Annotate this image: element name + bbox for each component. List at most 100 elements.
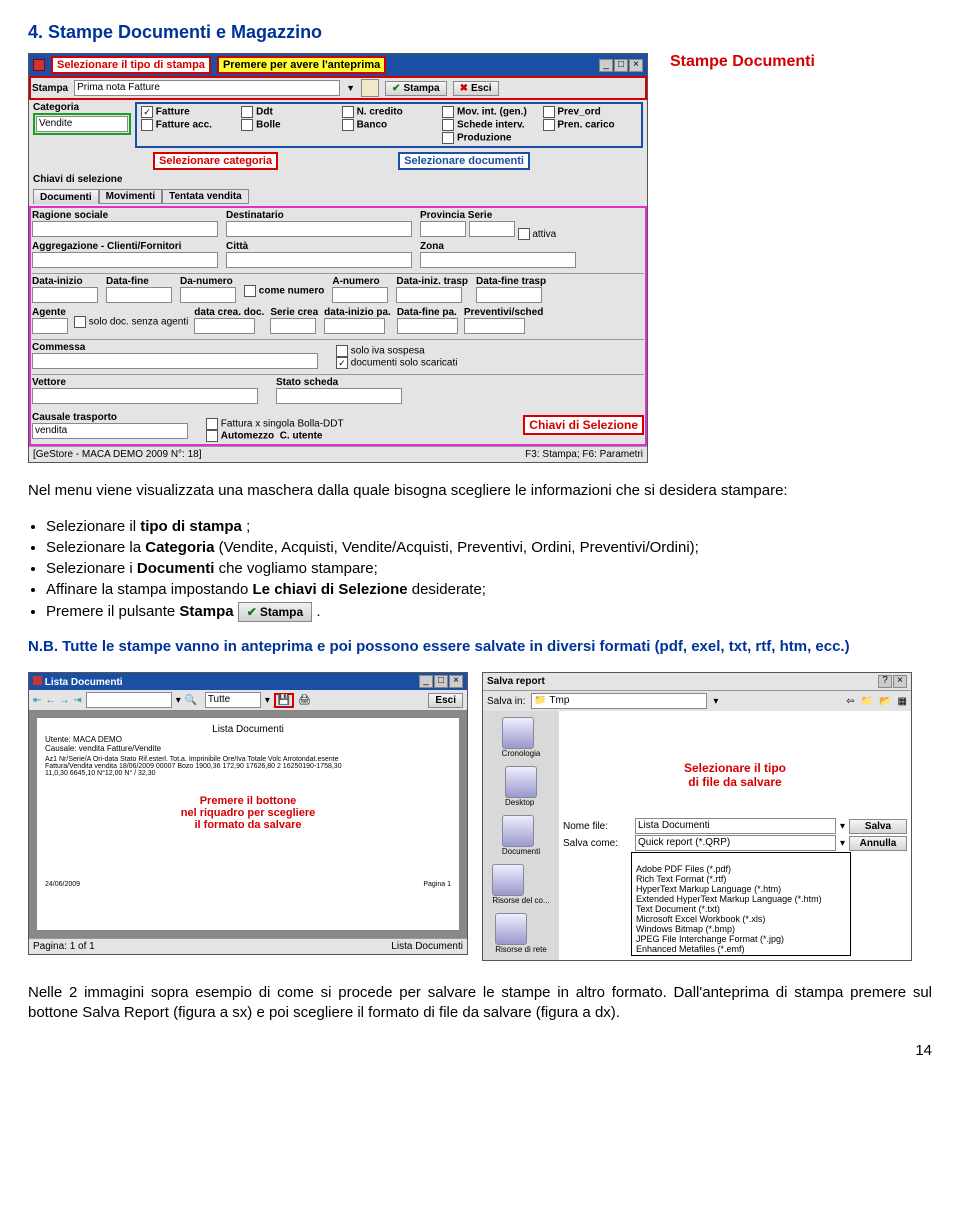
side-documenti[interactable]: Documenti bbox=[502, 815, 540, 856]
cb-docscar[interactable]: documenti solo scaricati bbox=[351, 358, 458, 369]
salvain-label: Salva in: bbox=[487, 696, 525, 707]
lbl-dest: Destinatario bbox=[226, 210, 416, 221]
cb-bolle[interactable]: Bolle bbox=[256, 120, 280, 131]
preview-esci-button[interactable]: Esci bbox=[428, 693, 463, 708]
cb-produzione[interactable]: Produzione bbox=[457, 133, 511, 144]
side-cronologia[interactable]: Cronologia bbox=[502, 717, 541, 758]
input-zona[interactable] bbox=[420, 252, 576, 268]
input-anum[interactable] bbox=[332, 287, 388, 303]
input-datacrea[interactable] bbox=[194, 318, 255, 334]
status-left: [GeStore - MACA DEMO 2009 N°: 18] bbox=[33, 449, 202, 460]
lbl-danum: Da-numero bbox=[180, 276, 236, 287]
salva-button[interactable]: Salva bbox=[849, 819, 907, 834]
screenshot-stampe-documenti: Selezionare il tipo di stampa Premere pe… bbox=[28, 53, 648, 463]
tab-tentata[interactable]: Tentata vendita bbox=[162, 189, 249, 204]
input-prevsched[interactable] bbox=[464, 318, 525, 334]
cb-prevord[interactable]: Prev_ord bbox=[557, 107, 600, 118]
side-risorse-rete[interactable]: Risorse di rete bbox=[495, 913, 547, 954]
input-seriecrea[interactable] bbox=[270, 318, 316, 334]
esci-button[interactable]: ✖Esci bbox=[453, 81, 499, 96]
side-desktop[interactable]: Desktop bbox=[505, 766, 537, 807]
cb-soloagenti[interactable]: solo doc. senza agenti bbox=[89, 317, 189, 328]
page-number: 14 bbox=[28, 1042, 932, 1059]
section-title: 4. Stampe Documenti e Magazzino bbox=[28, 22, 932, 43]
input-aggreg[interactable] bbox=[32, 252, 218, 268]
input-vettore[interactable] bbox=[32, 388, 258, 404]
input-diniziopa[interactable] bbox=[324, 318, 385, 334]
tab-movimenti[interactable]: Movimenti bbox=[99, 189, 162, 204]
filetype-htm[interactable]: HyperText Markup Language (*.htm) bbox=[633, 884, 849, 894]
save-report-button[interactable]: 💾 bbox=[274, 693, 294, 708]
filetype-jpg[interactable]: JPEG File Interchange Format (*.jpg) bbox=[633, 934, 849, 944]
input-agente[interactable] bbox=[32, 318, 68, 334]
status-bar: [GeStore - MACA DEMO 2009 N°: 18] F3: St… bbox=[29, 446, 647, 462]
cb-banco[interactable]: Banco bbox=[357, 120, 388, 131]
status-right: F3: Stampa; F6: Parametri bbox=[525, 449, 643, 460]
stampa-button[interactable]: ✔Stampa bbox=[385, 81, 447, 96]
page-combo[interactable] bbox=[86, 692, 172, 708]
input-caustrasp[interactable]: vendita bbox=[32, 423, 188, 439]
closing-text: Nelle 2 immagini sopra esempio di come s… bbox=[28, 983, 932, 1024]
cb-comenum[interactable]: come numero bbox=[259, 286, 325, 297]
input-dfinepa[interactable] bbox=[397, 318, 458, 334]
filetype-txt[interactable]: Text Document (*.txt) bbox=[633, 904, 849, 914]
preview-row2: 11,0,30 6645,10 N°12,00 N° / 32,30 bbox=[45, 770, 451, 777]
lbl-aggreg: Aggregazione - Clienti/Fornitori bbox=[32, 241, 222, 252]
lbl-commessa: Commessa bbox=[32, 342, 332, 353]
preview-date: 24/06/2009 bbox=[45, 881, 80, 888]
inline-stampa-button[interactable]: ✔Stampa bbox=[238, 602, 312, 622]
filetype-qrp[interactable]: Quick report (*.QRP) bbox=[633, 854, 849, 864]
input-citta[interactable] bbox=[226, 252, 412, 268]
lbl-citta: Città bbox=[226, 241, 416, 252]
input-ragione[interactable] bbox=[32, 221, 218, 237]
filetype-xhtm[interactable]: Extended HyperText Markup Language (*.ht… bbox=[633, 894, 849, 904]
cb-schede[interactable]: Schede interv. bbox=[457, 120, 525, 131]
filetype-xls[interactable]: Microsoft Excel Workbook (*.xls) bbox=[633, 914, 849, 924]
preview-cols: Az1 Nr/Serie/A Ori-data Stato Rif.esterl… bbox=[45, 756, 451, 763]
cb-pren[interactable]: Pren. carico bbox=[557, 120, 614, 131]
stampa-label: Stampa bbox=[32, 83, 68, 94]
cb-ncredito[interactable]: N. credito bbox=[357, 107, 403, 118]
salvacome-combo[interactable]: Quick report (*.QRP) bbox=[635, 835, 836, 851]
cb-fattacc[interactable]: Fatture acc. bbox=[156, 120, 212, 131]
cb-soloiva[interactable]: solo iva sospesa bbox=[351, 346, 425, 357]
print-icon[interactable] bbox=[361, 79, 379, 97]
cb-fattsing[interactable]: Fattura x singola Bolla-DDT bbox=[221, 419, 344, 430]
input-prov[interactable] bbox=[420, 221, 466, 237]
input-dest[interactable] bbox=[226, 221, 412, 237]
stampa-combo[interactable]: Prima nota Fatture bbox=[74, 80, 340, 96]
folder-combo[interactable]: 📁 Tmp bbox=[531, 693, 707, 709]
filetype-pdf[interactable]: Adobe PDF Files (*.pdf) bbox=[633, 864, 849, 874]
input-diniztrasp[interactable] bbox=[396, 287, 462, 303]
input-dfine[interactable] bbox=[106, 287, 172, 303]
input-dfinetrasp[interactable] bbox=[476, 287, 542, 303]
lbl-automezzo: Automezzo bbox=[221, 431, 274, 442]
annulla-button[interactable]: Annulla bbox=[849, 836, 907, 851]
nomefile-input[interactable]: Lista Documenti bbox=[635, 818, 836, 834]
input-statoscheda[interactable] bbox=[276, 388, 402, 404]
input-dinizio[interactable] bbox=[32, 287, 98, 303]
filetype-bmp[interactable]: Windows Bitmap (*.bmp) bbox=[633, 924, 849, 934]
window-buttons-2b[interactable]: ?× bbox=[877, 675, 907, 688]
hint-sel-categoria: Selezionare categoria bbox=[153, 152, 278, 170]
cb-fatture[interactable]: Fatture bbox=[156, 107, 190, 118]
filetype-rtf[interactable]: Rich Text Format (*.rtf) bbox=[633, 874, 849, 884]
input-commessa[interactable] bbox=[32, 353, 318, 369]
cb-movint[interactable]: Mov. int. (gen.) bbox=[457, 107, 527, 118]
cb-attiva[interactable]: attiva bbox=[532, 229, 556, 240]
window-buttons-2a[interactable]: _□× bbox=[418, 675, 463, 688]
categoria-combo[interactable]: Vendite bbox=[36, 116, 128, 132]
tab-documenti[interactable]: Documenti bbox=[33, 189, 99, 204]
side-risorse-co[interactable]: Risorse del co... bbox=[492, 864, 549, 905]
zoom-combo[interactable]: Tutte bbox=[205, 692, 261, 708]
lbl-seriecrea: Serie crea bbox=[270, 307, 318, 318]
nb-note: N.B. Tutte le stampe vanno in anteprima … bbox=[28, 637, 932, 657]
intro-text: Nel menu viene visualizzata una maschera… bbox=[28, 481, 932, 501]
preview-meta2: Causale: vendita Fatture/Vendite bbox=[45, 744, 451, 753]
cb-ddt[interactable]: Ddt bbox=[256, 107, 273, 118]
window-buttons[interactable]: _□× bbox=[598, 59, 643, 72]
lbl-zona: Zona bbox=[420, 241, 644, 252]
input-danum[interactable] bbox=[180, 287, 236, 303]
filetype-emf[interactable]: Enhanced Metafiles (*.emf) bbox=[633, 944, 849, 954]
input-serie[interactable] bbox=[469, 221, 515, 237]
